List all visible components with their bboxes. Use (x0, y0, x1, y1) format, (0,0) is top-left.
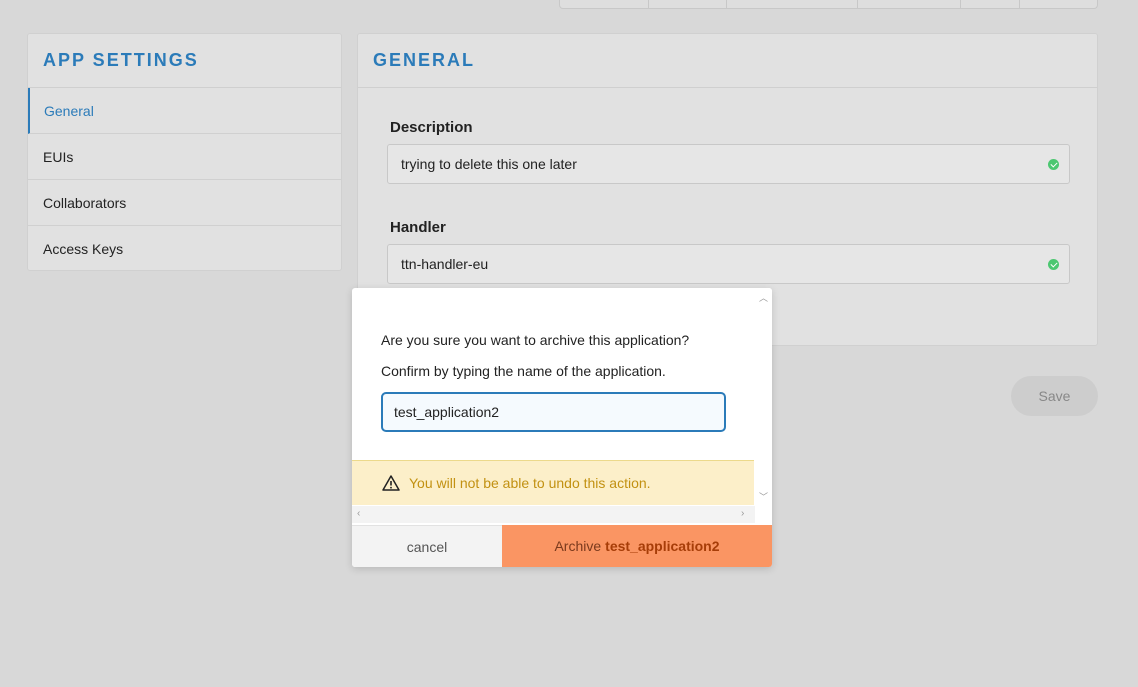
app-settings-sidebar: APP SETTINGS General EUIs Collaborators … (27, 33, 342, 271)
description-label: Description (390, 119, 473, 136)
archive-button-label: Archive (554, 538, 602, 554)
handler-field[interactable]: ttn-handler-eu (387, 244, 1070, 284)
handler-value: ttn-handler-eu (401, 256, 489, 272)
warning-banner: You will not be able to undo this action… (352, 460, 754, 505)
top-tab-strip (559, 0, 1098, 9)
save-button[interactable]: Save (1011, 376, 1098, 416)
modal-instruction: Confirm by typing the name of the applic… (381, 363, 666, 379)
warning-icon (382, 475, 400, 491)
modal-footer: cancel Archive test_application2 (352, 525, 772, 567)
warning-text: You will not be able to undo this action… (409, 475, 651, 491)
cancel-button[interactable]: cancel (352, 525, 502, 567)
top-tab[interactable] (727, 0, 858, 8)
valid-check-icon (1048, 159, 1059, 170)
valid-check-icon (1048, 259, 1059, 270)
top-tab[interactable] (961, 0, 1020, 8)
top-tab[interactable] (858, 0, 961, 8)
archive-confirm-modal: Are you sure you want to archive this ap… (352, 288, 772, 567)
confirm-name-input[interactable] (381, 392, 726, 432)
sidebar-item-euis[interactable]: EUIs (28, 134, 341, 180)
top-tab[interactable] (649, 0, 727, 8)
vertical-scrollbar[interactable]: ︿ ﹀ (755, 288, 772, 506)
scroll-down-icon[interactable]: ﹀ (759, 490, 768, 503)
sidebar-item-collaborators[interactable]: Collaborators (28, 180, 341, 226)
description-field[interactable]: trying to delete this one later (387, 144, 1070, 184)
modal-question: Are you sure you want to archive this ap… (381, 332, 690, 348)
sidebar-item-access-keys[interactable]: Access Keys (28, 226, 341, 272)
scroll-up-icon[interactable]: ︿ (759, 291, 768, 304)
handler-label: Handler (390, 219, 446, 236)
scrollbar-corner (755, 506, 772, 523)
scroll-right-icon[interactable]: › (741, 508, 744, 519)
page-title: GENERAL (358, 34, 1097, 88)
sidebar-title: APP SETTINGS (28, 34, 341, 88)
top-tab[interactable] (560, 0, 649, 8)
modal-body: Are you sure you want to archive this ap… (352, 288, 755, 506)
horizontal-scrollbar[interactable]: ‹ › (352, 506, 755, 523)
archive-button-app-name: test_application2 (605, 538, 720, 554)
archive-button[interactable]: Archive test_application2 (502, 525, 772, 567)
scroll-left-icon[interactable]: ‹ (357, 508, 360, 519)
sidebar-item-general[interactable]: General (28, 88, 341, 134)
description-value: trying to delete this one later (401, 156, 577, 172)
top-tab[interactable] (1020, 0, 1097, 8)
